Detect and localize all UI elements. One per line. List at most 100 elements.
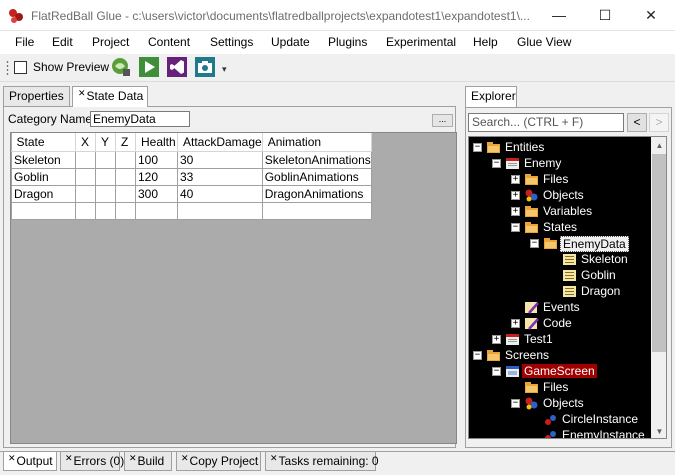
tree-node[interactable]: Files: [469, 379, 649, 395]
expand-icon[interactable]: +: [492, 335, 501, 344]
tree-node[interactable]: + Code: [469, 315, 649, 331]
forward-button[interactable]: >: [649, 113, 669, 132]
ellipsis-button[interactable]: ...: [432, 114, 453, 127]
tree-node[interactable]: Events: [469, 299, 649, 315]
tab-errors[interactable]: ✕Errors (0): [60, 452, 124, 471]
tab-explorer[interactable]: Explorer: [465, 86, 517, 107]
table-cell[interactable]: [95, 150, 116, 169]
tab-close-icon[interactable]: ✕: [181, 453, 189, 463]
maximize-button[interactable]: ☐: [582, 0, 628, 30]
table-cell[interactable]: [115, 201, 136, 220]
tab-build[interactable]: ✕Build: [124, 452, 172, 471]
tree-node[interactable]: Goblin: [469, 267, 649, 283]
column-header-state[interactable]: State: [11, 133, 76, 152]
menu-experimental[interactable]: Experimental: [386, 35, 456, 49]
table-cell[interactable]: [75, 201, 96, 220]
tree-node[interactable]: + Files: [469, 171, 649, 187]
tab-properties[interactable]: Properties: [3, 86, 70, 106]
menu-file[interactable]: File: [15, 35, 34, 49]
table-cell[interactable]: [11, 201, 76, 220]
collapse-icon[interactable]: −: [530, 239, 539, 248]
tree-node[interactable]: CircleInstance: [469, 411, 649, 427]
column-header-attackdamage[interactable]: AttackDamage: [177, 133, 263, 152]
table-cell[interactable]: [95, 184, 116, 203]
collapse-icon[interactable]: −: [492, 159, 501, 168]
table-cell[interactable]: [135, 201, 178, 220]
tab-close-icon[interactable]: ✕: [65, 453, 73, 463]
tree-node[interactable]: − Screens: [469, 347, 649, 363]
minimize-button[interactable]: —: [536, 0, 582, 30]
column-header-animation[interactable]: Animation: [262, 133, 372, 152]
tree-node[interactable]: − EnemyData: [469, 235, 649, 252]
column-header-y[interactable]: Y: [95, 133, 116, 152]
tree-node[interactable]: Dragon: [469, 283, 649, 299]
tree-node[interactable]: + Objects: [469, 187, 649, 203]
tab-close-icon[interactable]: ✕: [270, 453, 278, 463]
expand-icon[interactable]: +: [511, 175, 520, 184]
tab-tasks-remaining[interactable]: ✕Tasks remaining: 0: [265, 452, 379, 471]
glue-view-icon[interactable]: [110, 56, 132, 78]
tree-node[interactable]: EnemyInstance: [469, 427, 649, 438]
show-preview-checkbox[interactable]: [14, 61, 27, 74]
expand-icon[interactable]: +: [511, 207, 520, 216]
table-cell[interactable]: [115, 184, 136, 203]
scroll-thumb[interactable]: [652, 154, 666, 352]
table-cell[interactable]: [75, 184, 96, 203]
expand-icon[interactable]: +: [511, 191, 520, 200]
menu-edit[interactable]: Edit: [52, 35, 73, 49]
category-name-input[interactable]: EnemyData: [90, 111, 190, 127]
tree-node[interactable]: − Enemy: [469, 155, 649, 171]
collapse-icon[interactable]: −: [492, 367, 501, 376]
column-header-health[interactable]: Health: [135, 133, 178, 152]
collapse-icon[interactable]: −: [473, 351, 482, 360]
menu-project[interactable]: Project: [92, 35, 129, 49]
table-cell[interactable]: [75, 150, 96, 169]
table-cell[interactable]: GoblinAnimations: [261, 167, 372, 186]
table-cell[interactable]: Goblin: [11, 167, 76, 186]
menu-update[interactable]: Update: [271, 35, 310, 49]
table-cell[interactable]: 30: [177, 150, 263, 169]
menu-settings[interactable]: Settings: [210, 35, 253, 49]
back-button[interactable]: <: [627, 113, 647, 132]
collapse-icon[interactable]: −: [511, 399, 520, 408]
menu-glue-view[interactable]: Glue View: [517, 35, 571, 49]
collapse-icon[interactable]: −: [473, 143, 482, 152]
tab-close-icon[interactable]: ✕: [8, 453, 16, 463]
table-cell[interactable]: [115, 167, 136, 186]
menu-help[interactable]: Help: [473, 35, 498, 49]
column-header-z[interactable]: Z: [115, 133, 136, 152]
visual-studio-icon[interactable]: [166, 56, 188, 78]
tree-node[interactable]: + Test1: [469, 331, 649, 347]
tree-node[interactable]: Skeleton: [469, 251, 649, 267]
tab-output[interactable]: ✕Output: [3, 452, 57, 471]
table-cell[interactable]: 100: [135, 150, 178, 169]
table-cell[interactable]: DragonAnimations: [261, 184, 372, 203]
expand-icon[interactable]: +: [511, 319, 520, 328]
tab-copy-project[interactable]: ✕Copy Project: [176, 452, 261, 471]
table-cell[interactable]: 33: [177, 167, 263, 186]
table-cell[interactable]: [115, 150, 136, 169]
explorer-search-input[interactable]: Search... (CTRL + F): [468, 113, 624, 132]
tab-close-icon[interactable]: ✕: [78, 88, 86, 98]
tree-node[interactable]: + Variables: [469, 203, 649, 219]
tree-node[interactable]: − States: [469, 219, 649, 235]
tree-node[interactable]: − Entities: [469, 139, 649, 155]
toolbar-overflow-icon[interactable]: ▾: [222, 64, 227, 75]
toolbar-grip[interactable]: [6, 60, 9, 76]
tree-scrollbar[interactable]: ▲ ▼: [651, 137, 666, 438]
table-cell[interactable]: 40: [177, 184, 263, 203]
tree-node[interactable]: − Objects: [469, 395, 649, 411]
table-cell[interactable]: 300: [135, 184, 178, 203]
table-cell[interactable]: [261, 201, 372, 220]
table-cell[interactable]: [177, 201, 263, 220]
tab-state-data[interactable]: ✕State Data: [72, 86, 148, 107]
scroll-down-icon[interactable]: ▼: [651, 423, 666, 438]
column-header-x[interactable]: X: [75, 133, 96, 152]
tab-close-icon[interactable]: ✕: [129, 453, 137, 463]
collapse-icon[interactable]: −: [511, 223, 520, 232]
scroll-up-icon[interactable]: ▲: [651, 137, 666, 154]
menu-content[interactable]: Content: [148, 35, 190, 49]
table-cell[interactable]: 120: [135, 167, 178, 186]
run-play-icon[interactable]: [138, 56, 160, 78]
screenshot-camera-icon[interactable]: [194, 56, 216, 78]
